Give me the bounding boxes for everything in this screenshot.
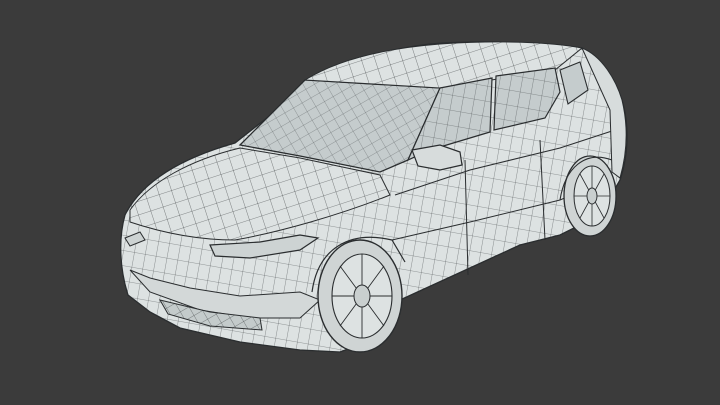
viewport[interactable] <box>0 0 720 405</box>
front-wheel <box>317 239 403 353</box>
rear-wheel <box>563 155 617 237</box>
car-wireframe-render <box>120 41 628 353</box>
